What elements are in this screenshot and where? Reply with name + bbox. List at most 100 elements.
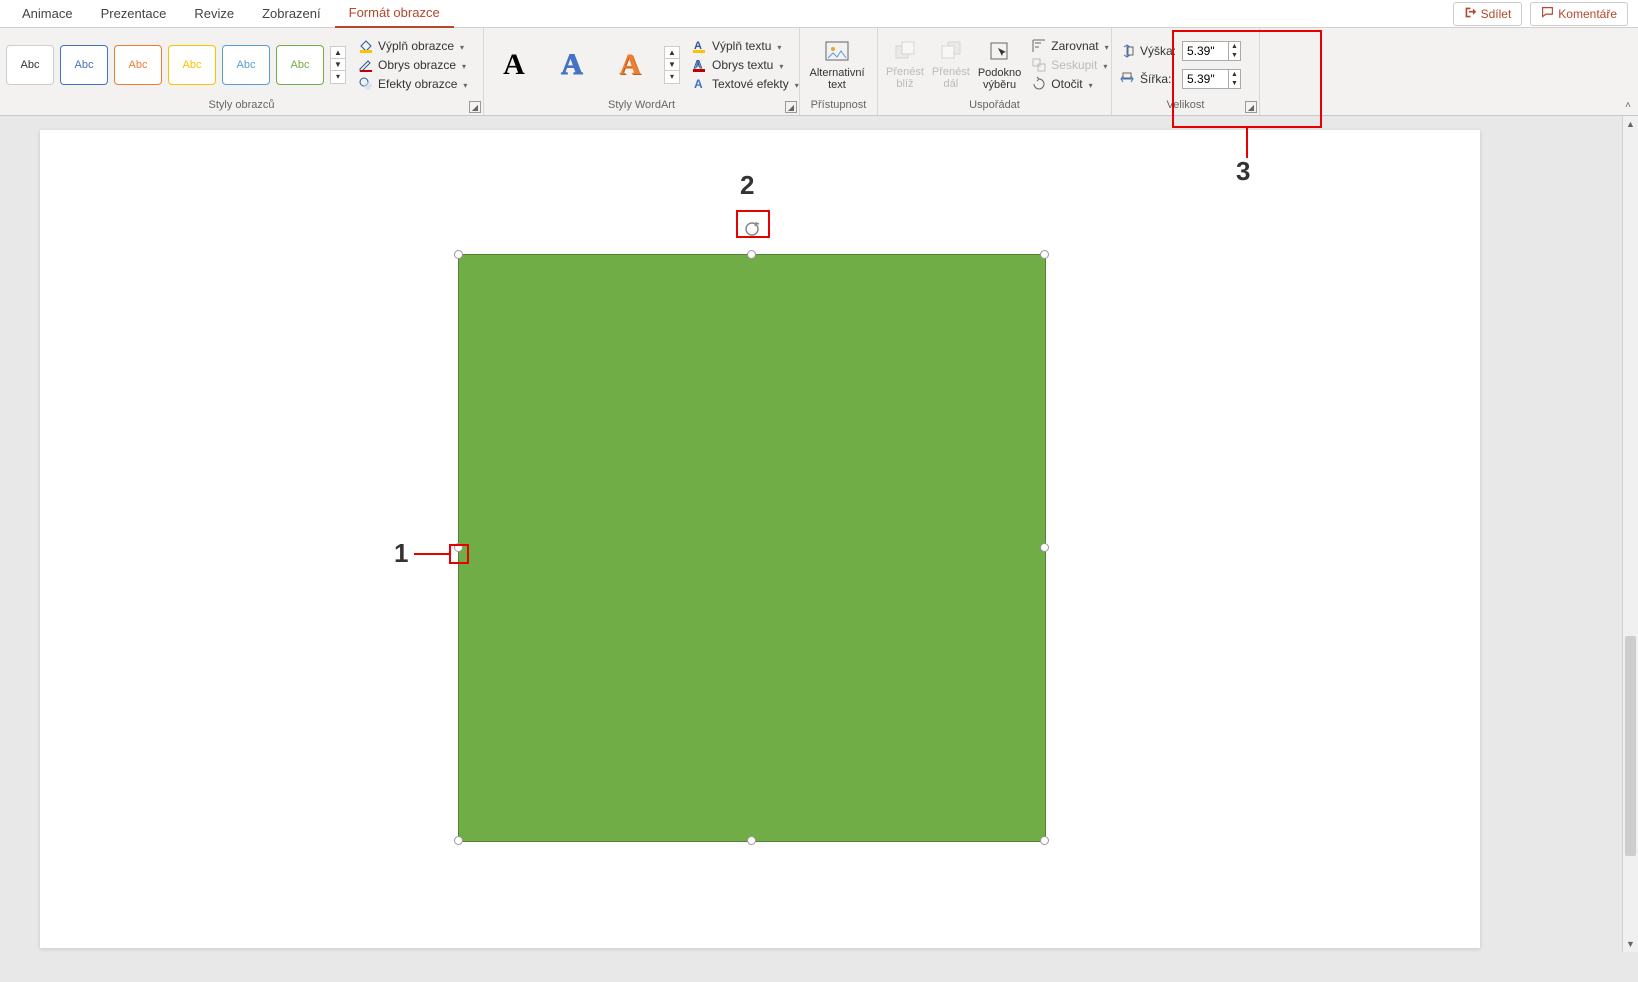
tab-format-obrazce[interactable]: Formát obrazce [335,0,454,28]
wordart-style-1[interactable]: A [490,43,538,87]
rotate-dropdown[interactable]: Otočit [1027,75,1112,93]
bring-forward-label: Přenést blíž [886,66,924,90]
gallery-scroll: ▲ ▼ ▾ [330,46,346,84]
resize-handle-n[interactable] [747,250,756,259]
bring-forward-button[interactable]: Přenést blíž [884,36,926,94]
resize-handle-nw[interactable] [454,250,463,259]
scroll-down[interactable]: ▼ [1623,936,1638,952]
shape-outline-dropdown[interactable]: Obrys obrazce [354,56,471,74]
group-dropdown[interactable]: Seskupit [1027,56,1112,74]
resize-handle-ne[interactable] [1040,250,1049,259]
gallery-more[interactable]: ▾ [331,71,345,83]
rotate-handle[interactable] [742,219,762,239]
shape-effects-dropdown[interactable]: Efekty obrazce [354,75,471,93]
wordart-more[interactable]: ▾ [665,71,679,83]
shape-fill-dropdown[interactable]: Výplň obrazce [354,37,471,55]
vertical-scrollbar[interactable]: ▲ ▼ [1622,116,1638,952]
text-outline-dropdown[interactable]: A Obrys textu [688,56,803,74]
width-spin-down[interactable]: ▼ [1228,79,1240,88]
shape-style-4[interactable]: Abc [168,45,216,85]
width-label: Šířka: [1140,72,1178,86]
rotate-label: Otočit [1051,77,1082,91]
shape-style-5[interactable]: Abc [222,45,270,85]
tab-zobrazeni[interactable]: Zobrazení [248,0,335,27]
resize-handle-w[interactable] [454,543,463,552]
tab-prezentace[interactable]: Prezentace [87,0,181,27]
height-label: Výška: [1140,44,1178,58]
slide[interactable] [40,130,1480,948]
scroll-thumb[interactable] [1625,636,1636,856]
height-spin-up[interactable]: ▲ [1228,42,1240,51]
share-icon [1464,6,1477,22]
scroll-up[interactable]: ▲ [1623,116,1638,132]
send-backward-label: Přenést dál [932,66,970,90]
selection-pane-button[interactable]: Podokno výběru [976,37,1023,93]
alt-text-label: Alternativní text [808,67,866,91]
text-effects-dropdown[interactable]: A Textové efekty [688,75,803,93]
resize-handle-e[interactable] [1040,543,1049,552]
align-dropdown[interactable]: Zarovnat [1027,37,1112,55]
wordart-down[interactable]: ▼ [665,59,679,71]
gallery-up[interactable]: ▲ [331,47,345,59]
tab-animace[interactable]: Animace [8,0,87,27]
canvas-area: 1 2 ▲ ▼ [0,116,1638,982]
ribbon: Abc Abc Abc Abc Abc Abc ▲ ▼ ▾ Výplň obra… [0,28,1638,116]
resize-handle-s[interactable] [747,836,756,845]
resize-handle-sw[interactable] [454,836,463,845]
width-input-wrapper: ▲ ▼ [1182,69,1241,89]
height-input[interactable] [1183,43,1228,59]
size-dialog-launcher[interactable]: ◢ [1245,101,1257,113]
selection-pane-label: Podokno výběru [978,67,1021,91]
width-input[interactable] [1183,71,1228,87]
svg-text:A: A [694,77,703,91]
shape-fill-label: Výplň obrazce [378,39,454,53]
wordart-gallery: A A A ▲ ▼ ▾ [490,43,680,87]
selected- ape-rectangle[interactable] [458,254,1046,842]
collapse-ribbon[interactable]: ˄ [1620,97,1636,113]
shape-styles-group-label: Styly obrazců [6,97,477,114]
text-fill-dropdown[interactable]: A Výplň textu [688,37,803,55]
shape-style-gallery: Abc Abc Abc Abc Abc Abc ▲ ▼ ▾ [6,45,346,85]
shape-styles-dialog-launcher[interactable]: ◢ [469,101,481,113]
picture-icon [823,39,851,65]
pencil-outline-icon [358,57,374,73]
send-backward-icon [937,38,965,64]
shape-style-2[interactable]: Abc [60,45,108,85]
arrange-group-label: Uspořádat [884,97,1105,114]
comments-button[interactable]: Komentáře [1530,2,1628,26]
height-spin-down[interactable]: ▼ [1228,51,1240,60]
wordart-style-3[interactable]: A [606,43,654,87]
gallery-down[interactable]: ▼ [331,59,345,71]
text-outline-icon: A [692,57,708,73]
align-icon [1031,38,1047,54]
width-spin-up[interactable]: ▲ [1228,70,1240,79]
wordart-group-label: Styly WordArt [490,97,793,114]
height-icon [1118,42,1136,60]
tab-revize[interactable]: Revize [180,0,248,27]
wordart-up[interactable]: ▲ [665,47,679,59]
accessibility-group-label: Přístupnost [806,97,871,114]
alt-text-button[interactable]: Alternativní text [806,37,868,93]
wordart-dialog-launcher[interactable]: ◢ [785,101,797,113]
width-icon [1118,70,1136,88]
share-button[interactable]: Sdílet [1453,2,1523,26]
text-effects-icon: A [692,76,708,92]
ribbon-tabs: Animace Prezentace Revize Zobrazení Form… [0,0,1638,28]
text-fill-icon: A [692,38,708,54]
group-dropdown-label: Seskupit [1051,58,1097,72]
wordart-style-2[interactable]: A [548,43,596,87]
rotate-icon [1031,76,1047,92]
comment-icon [1541,6,1554,22]
shape-style-1[interactable]: Abc [6,45,54,85]
text-outline-label: Obrys textu [712,58,773,72]
text-effects-label: Textové efekty [712,77,789,91]
resize-handle-se[interactable] [1040,836,1049,845]
comments-label: Komentáře [1558,7,1617,21]
send-backward-button[interactable]: Přenést dál [930,36,972,94]
wordart-scroll: ▲ ▼ ▾ [664,46,680,84]
share-label: Sdílet [1481,7,1512,21]
shape-style-6[interactable]: Abc [276,45,324,85]
shape-style-3[interactable]: Abc [114,45,162,85]
height-input-wrapper: ▲ ▼ [1182,41,1241,61]
shape-effects-label: Efekty obrazce [378,77,457,91]
